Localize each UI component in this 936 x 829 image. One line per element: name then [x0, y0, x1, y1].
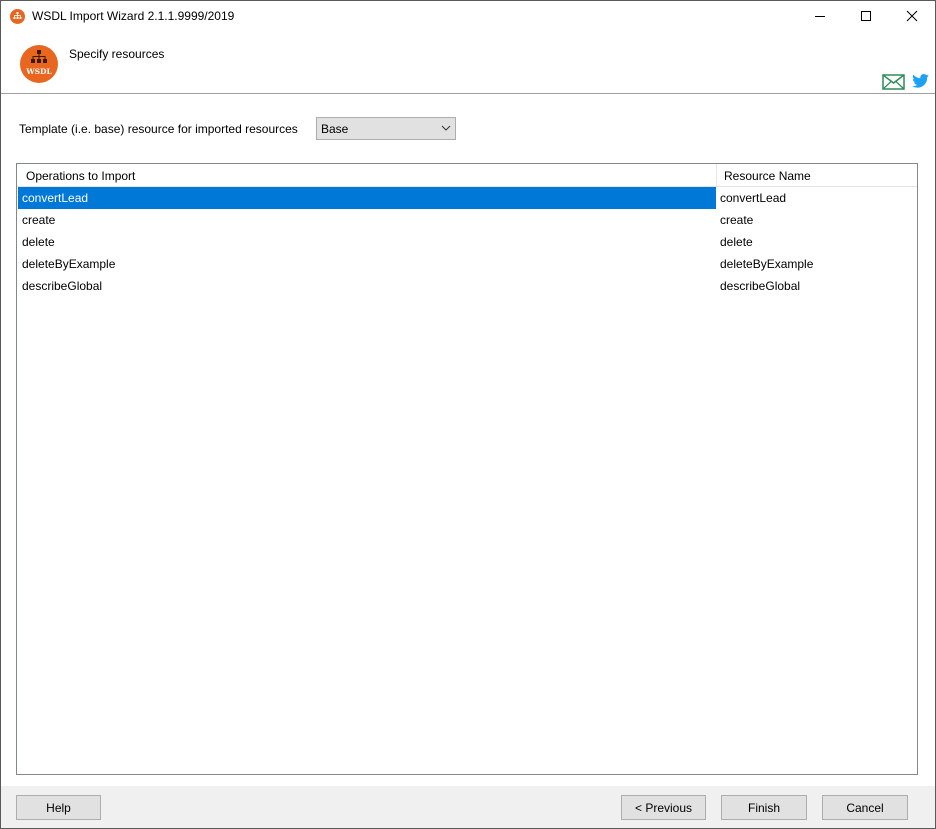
- minimize-button[interactable]: [797, 1, 843, 31]
- table-header: Operations to Import Resource Name: [17, 164, 917, 187]
- previous-button[interactable]: < Previous: [621, 795, 706, 820]
- table-row[interactable]: create create: [17, 209, 917, 231]
- resource-name-cell[interactable]: describeGlobal: [717, 275, 917, 297]
- title-bar[interactable]: WSDL Import Wizard 2.1.1.9999/2019: [1, 1, 935, 31]
- maximize-icon: [861, 11, 871, 21]
- window-title: WSDL Import Wizard 2.1.1.9999/2019: [32, 9, 235, 23]
- column-header-resource-name[interactable]: Resource Name: [717, 164, 917, 187]
- help-button[interactable]: Help: [16, 795, 101, 820]
- operation-cell: describeGlobal: [22, 279, 103, 293]
- maximize-button[interactable]: [843, 1, 889, 31]
- operation-cell: delete: [22, 235, 55, 249]
- template-select[interactable]: Base: [316, 117, 456, 140]
- close-icon: [906, 10, 918, 22]
- finish-button[interactable]: Finish: [721, 795, 807, 820]
- operation-cell: convertLead: [18, 187, 716, 209]
- chevron-down-icon: [441, 125, 451, 131]
- close-button[interactable]: [889, 1, 935, 31]
- resource-name-cell[interactable]: deleteByExample: [717, 253, 917, 275]
- wizard-footer: Help < Previous Finish Cancel: [1, 786, 935, 828]
- column-header-operations[interactable]: Operations to Import: [17, 164, 717, 187]
- operation-cell: deleteByExample: [22, 257, 116, 271]
- wsdl-logo: WSDL: [20, 45, 58, 83]
- minimize-icon: [815, 16, 825, 17]
- resource-name-cell[interactable]: delete: [717, 231, 917, 253]
- table-row[interactable]: deleteByExample deleteByExample: [17, 253, 917, 275]
- wizard-header: WSDL Specify resources: [1, 31, 935, 94]
- logo-text: WSDL: [26, 67, 52, 76]
- table-row[interactable]: describeGlobal describeGlobal: [17, 275, 917, 297]
- operation-cell: create: [22, 213, 56, 227]
- cancel-button[interactable]: Cancel: [822, 795, 908, 820]
- template-select-value: Base: [321, 122, 349, 136]
- wsdl-logo-icon: [10, 9, 25, 24]
- twitter-icon[interactable]: [912, 74, 929, 91]
- table-row[interactable]: convertLead convertLead: [17, 187, 917, 209]
- template-label: Template (i.e. base) resource for import…: [19, 122, 298, 136]
- resource-name-cell[interactable]: create: [717, 209, 917, 231]
- table-row[interactable]: delete delete: [17, 231, 917, 253]
- page-subtitle: Specify resources: [69, 47, 165, 61]
- resource-name-cell[interactable]: convertLead: [717, 187, 917, 209]
- operations-table[interactable]: Operations to Import Resource Name conve…: [16, 163, 918, 775]
- wizard-window: WSDL Import Wizard 2.1.1.9999/2019 WSDL …: [0, 0, 936, 829]
- mail-icon[interactable]: [882, 74, 905, 93]
